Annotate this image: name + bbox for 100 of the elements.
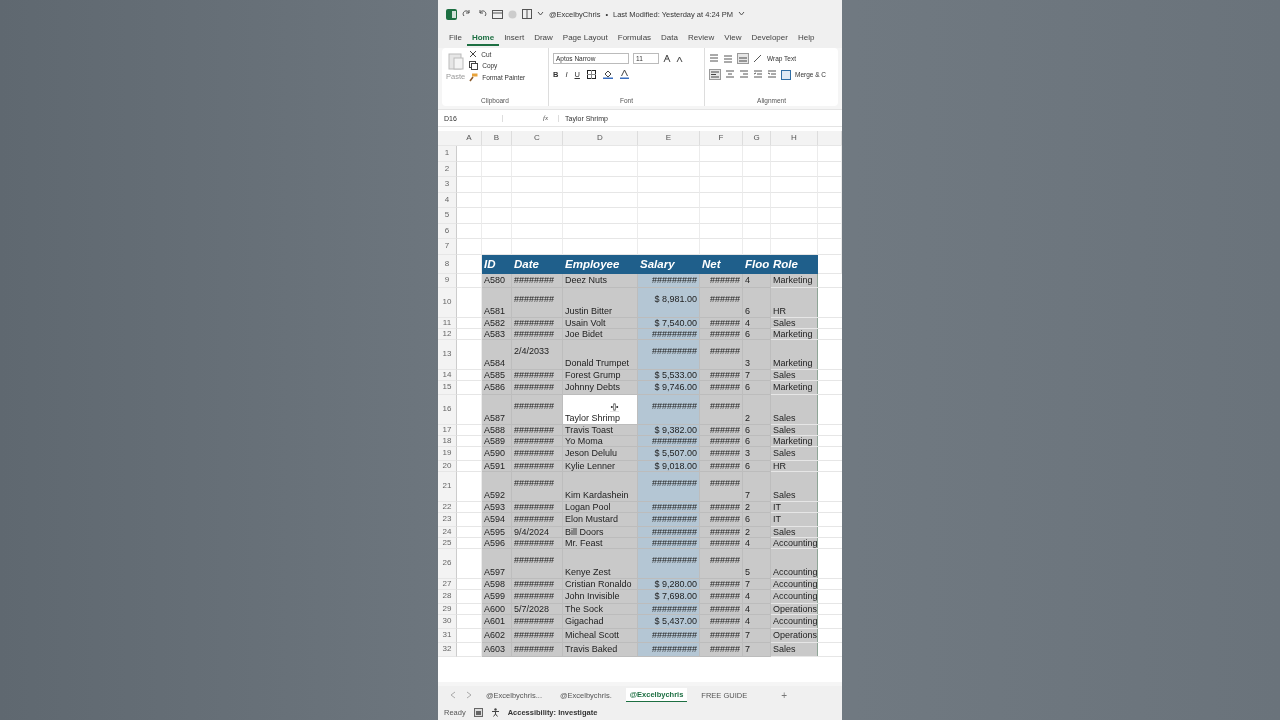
empty-cell[interactable] <box>638 192 700 208</box>
row-number[interactable]: 14 <box>438 369 457 381</box>
window-icon[interactable] <box>492 9 503 19</box>
empty-cell[interactable] <box>563 177 638 193</box>
table-cell[interactable]: ######## <box>512 501 563 513</box>
ribbon-tab[interactable]: File <box>444 30 467 46</box>
table-cell[interactable]: ###### <box>700 578 743 590</box>
row-number[interactable]: 22 <box>438 501 457 513</box>
table-cell[interactable]: HR <box>771 460 842 472</box>
table-cell[interactable]: Sales <box>771 394 842 425</box>
table-cell[interactable]: ###### <box>700 317 743 329</box>
table-cell[interactable]: A591 <box>482 460 512 472</box>
empty-cell[interactable] <box>638 239 700 255</box>
empty-cell[interactable] <box>563 223 638 239</box>
row-number[interactable]: 29 <box>438 603 457 615</box>
table-cell[interactable]: Forest Grump <box>563 369 638 381</box>
column-header[interactable]: G <box>743 131 771 146</box>
column-header[interactable]: A <box>457 131 482 146</box>
empty-cell[interactable] <box>563 208 638 224</box>
table-cell[interactable]: 2 <box>743 501 771 513</box>
next-sheet-icon[interactable] <box>466 691 472 699</box>
empty-cell[interactable] <box>700 239 743 255</box>
empty-cell[interactable] <box>818 239 842 255</box>
empty-cell[interactable] <box>563 161 638 177</box>
row-number[interactable]: 7 <box>438 239 457 255</box>
table-cell[interactable]: 6 <box>743 460 771 472</box>
table-cell[interactable]: Sales <box>771 526 842 538</box>
table-cell[interactable]: Joe Bidet <box>563 328 638 340</box>
empty-cell[interactable] <box>512 177 563 193</box>
row-number[interactable]: 16 <box>438 394 457 425</box>
row-number[interactable]: 1 <box>438 146 457 162</box>
ribbon-tab[interactable]: Insert <box>499 30 530 46</box>
column-header[interactable]: C <box>512 131 563 146</box>
row-number[interactable]: 20 <box>438 460 457 472</box>
table-cell[interactable]: 5 <box>743 548 771 579</box>
table-cell[interactable]: Travis Toast <box>563 424 638 436</box>
table-cell[interactable]: ######## <box>512 548 563 579</box>
empty-cell[interactable] <box>638 177 700 193</box>
table-cell[interactable]: Logan Pool <box>563 501 638 513</box>
table-cell[interactable]: The Sock <box>563 603 638 615</box>
table-cell[interactable]: ###### <box>700 471 743 502</box>
row-number[interactable]: 26 <box>438 548 457 579</box>
table-cell[interactable]: 4 <box>743 317 771 329</box>
table-cell[interactable]: Marketing <box>771 328 842 340</box>
table-cell[interactable]: 6 <box>743 328 771 340</box>
ribbon-tab[interactable]: Home <box>466 30 500 46</box>
empty-cell[interactable] <box>563 239 638 255</box>
table-cell[interactable]: ###### <box>700 369 743 381</box>
table-cell[interactable]: ###### <box>700 394 743 425</box>
dropdown-icon[interactable] <box>537 11 544 17</box>
table-cell[interactable]: A600 <box>482 603 512 615</box>
empty-cell[interactable] <box>743 177 771 193</box>
empty-cell[interactable] <box>512 192 563 208</box>
table-cell[interactable]: 4 <box>743 537 771 549</box>
align-left-icon[interactable] <box>709 69 721 80</box>
table-cell[interactable]: 6 <box>743 435 771 447</box>
row-number[interactable]: 12 <box>438 328 457 340</box>
table-cell[interactable]: A583 <box>482 328 512 340</box>
circle-icon[interactable] <box>508 9 517 19</box>
empty-cell[interactable] <box>818 177 842 193</box>
table-cell[interactable]: HR <box>771 287 842 318</box>
increase-indent-icon[interactable] <box>767 70 777 79</box>
table-cell[interactable]: ######### <box>638 501 700 513</box>
table-cell[interactable]: ######### <box>638 537 700 549</box>
table-cell[interactable]: ###### <box>700 548 743 579</box>
table-cell[interactable]: ###### <box>700 526 743 538</box>
table-cell[interactable]: 2/4/2033 <box>512 339 563 370</box>
table-cell[interactable]: A587 <box>482 394 512 425</box>
table-cell[interactable]: ###### <box>700 339 743 370</box>
table-cell[interactable]: A588 <box>482 424 512 436</box>
table-cell[interactable]: 7 <box>743 369 771 381</box>
decrease-indent-icon[interactable] <box>753 70 763 79</box>
align-top-icon[interactable] <box>709 54 719 63</box>
table-cell[interactable]: ###### <box>700 501 743 513</box>
table-cell[interactable]: 7 <box>743 471 771 502</box>
grow-font-icon[interactable] <box>663 54 672 63</box>
row-number[interactable]: 18 <box>438 435 457 447</box>
table-cell[interactable]: Kim Kardashein <box>563 471 638 502</box>
empty-cell[interactable] <box>638 161 700 177</box>
empty-cell[interactable] <box>638 208 700 224</box>
empty-cell[interactable] <box>482 177 512 193</box>
table-cell[interactable]: 3 <box>743 339 771 370</box>
ribbon-tab[interactable]: Formulas <box>612 30 657 46</box>
scissors-icon[interactable] <box>469 50 478 58</box>
empty-cell[interactable] <box>482 208 512 224</box>
table-cell[interactable]: 5/7/2028 <box>512 603 563 615</box>
empty-cell[interactable] <box>743 146 771 162</box>
table-cell[interactable]: Donald Trumpet <box>563 339 638 370</box>
table-cell[interactable]: ######## <box>512 537 563 549</box>
table-cell[interactable]: Accounting <box>771 578 842 590</box>
row-number[interactable]: 25 <box>438 537 457 549</box>
empty-cell[interactable] <box>512 239 563 255</box>
table-cell[interactable]: Accounting <box>771 537 842 549</box>
empty-cell[interactable] <box>563 146 638 162</box>
table-cell[interactable]: ######### <box>638 526 700 538</box>
table-cell[interactable]: $ 9,382.00 <box>638 424 700 436</box>
table-cell[interactable]: Sales <box>771 369 842 381</box>
ribbon-tab[interactable]: Help <box>792 30 820 46</box>
table-cell[interactable]: ######### <box>638 435 700 447</box>
table-cell[interactable]: Sales <box>771 471 842 502</box>
